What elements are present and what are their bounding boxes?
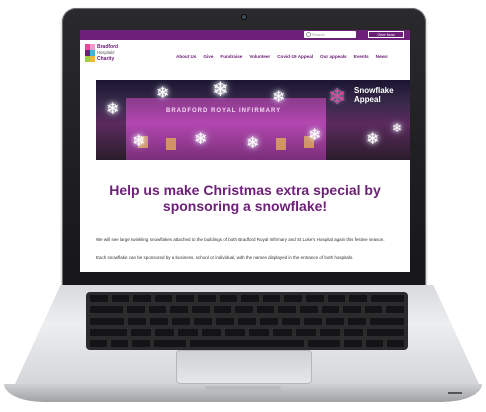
intro-paragraph-1: We will see large twinkling snowflakes a… <box>96 237 385 242</box>
logo-line-3: Charity <box>97 56 115 62</box>
nav-covid-appeal[interactable]: Covid-19 Appeal <box>277 54 313 59</box>
laptop-lid-notch <box>205 386 281 392</box>
site-header: Bradford Hospitals' Charity About Us Giv… <box>80 40 410 76</box>
power-indicator-icon <box>448 392 462 394</box>
appeal-title-line-2: Appeal <box>354 94 381 104</box>
snowflake-icon: ❄ <box>246 135 260 152</box>
charity-logo-text[interactable]: Bradford Hospitals' Charity <box>97 44 118 62</box>
nav-volunteer[interactable]: Volunteer <box>249 54 270 59</box>
building-sign: BRADFORD ROYAL INFIRMARY <box>166 108 282 114</box>
snowflake-icon: ❄ <box>156 85 170 102</box>
main-nav: About Us Give Fundraise Volunteer Covid-… <box>176 54 388 59</box>
search-placeholder: Search <box>312 32 325 37</box>
appeal-snowflake-icon: ❄ <box>328 84 347 109</box>
webcam-icon <box>242 15 246 19</box>
give-now-button[interactable]: Give Now <box>368 31 404 38</box>
nav-news[interactable]: News <box>376 54 388 59</box>
intro-paragraph-2: Each snowflake can be sponsored by a bus… <box>96 255 354 260</box>
page-headline: Help us make Christmas extra special by … <box>109 182 381 214</box>
nav-our-appeals[interactable]: Our appeals <box>320 54 347 59</box>
snowflake-icon: ❄ <box>194 131 208 148</box>
charity-logo-icon[interactable] <box>85 44 95 62</box>
hero-banner: BRADFORD ROYAL INFIRMARY ❄ ❄ ❄ ❄ ❄ ❄ ❄ ❄… <box>96 80 410 160</box>
search-icon <box>306 32 311 37</box>
laptop-touchpad <box>176 350 312 384</box>
nav-about-us[interactable]: About Us <box>176 54 196 59</box>
laptop-screen: Search Give Now Bradford Hospitals' Char… <box>80 30 410 272</box>
snowflake-icon: ❄ <box>392 121 403 135</box>
snowflake-appeal-logo: ❄ Snowflake Appeal <box>328 84 410 116</box>
nav-events[interactable]: Events <box>354 54 369 59</box>
nav-fundraise[interactable]: Fundraise <box>220 54 242 59</box>
snowflake-icon: ❄ <box>272 89 286 106</box>
snowflake-icon: ❄ <box>106 101 120 118</box>
snowflake-icon: ❄ <box>366 131 380 148</box>
snowflake-icon: ❄ <box>212 80 229 101</box>
site-topbar <box>80 30 410 40</box>
laptop-keyboard <box>86 292 408 350</box>
nav-give[interactable]: Give <box>203 54 213 59</box>
snowflake-icon: ❄ <box>308 127 322 144</box>
snowflake-icon: ❄ <box>132 133 146 150</box>
appeal-title: Snowflake Appeal <box>354 86 394 104</box>
